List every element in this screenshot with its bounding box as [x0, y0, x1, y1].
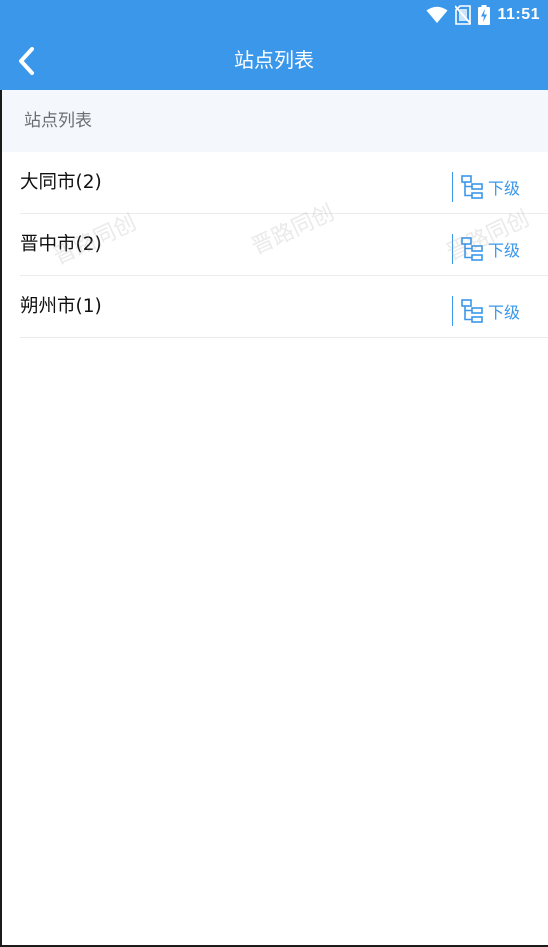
station-name: 晋中市(2): [20, 234, 102, 255]
back-button[interactable]: [12, 44, 48, 78]
station-list: 大同市(2) 下级 晋中市(2) 下级 朔州市(1) 下级: [0, 152, 548, 338]
station-row[interactable]: 朔州市(1) 下级: [20, 276, 548, 338]
action-divider: [452, 234, 453, 264]
sub-level-button[interactable]: 下级: [452, 234, 520, 264]
app-bar: 站点列表: [0, 30, 548, 90]
sub-level-label: 下级: [488, 179, 521, 198]
status-icons: 11:51: [426, 4, 540, 26]
action-divider: [452, 172, 453, 202]
sub-level-button[interactable]: 下级: [452, 172, 520, 202]
station-name: 朔州市(1): [20, 296, 102, 317]
action-divider: [452, 296, 453, 326]
status-bar: 11:51: [0, 0, 548, 30]
station-row[interactable]: 大同市(2) 下级: [20, 152, 548, 214]
sub-level-label: 下级: [488, 241, 521, 260]
sub-level-label: 下级: [488, 303, 521, 322]
tree-structure-icon: [461, 299, 483, 323]
chevron-left-icon: [19, 47, 34, 75]
no-sim-icon: [455, 5, 472, 25]
battery-charging-icon: [478, 5, 491, 25]
section-header: 站点列表: [2, 90, 548, 152]
page-title: 站点列表: [234, 48, 314, 72]
tree-structure-icon: [461, 237, 483, 261]
tree-structure-icon: [461, 175, 483, 199]
wifi-icon: [426, 6, 448, 23]
station-name: 大同市(2): [20, 172, 102, 193]
section-header-label: 站点列表: [24, 111, 92, 131]
status-time: 11:51: [497, 6, 540, 23]
station-row[interactable]: 晋中市(2) 下级: [20, 214, 548, 276]
sub-level-button[interactable]: 下级: [452, 296, 520, 326]
